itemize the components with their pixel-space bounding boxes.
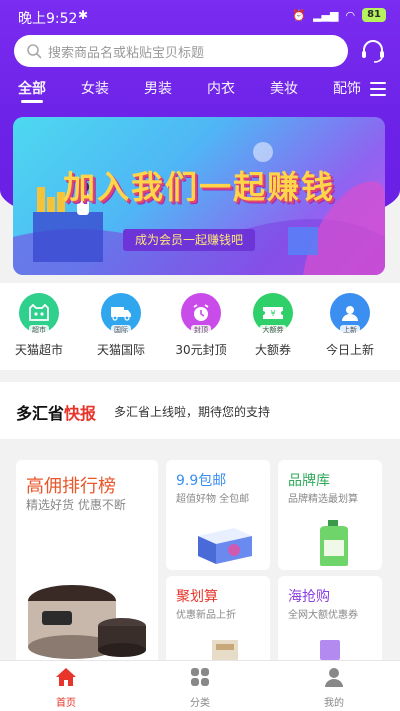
search-input[interactable]: 搜索商品名或粘贴宝贝标题 [14,35,348,67]
search-placeholder: 搜索商品名或粘贴宝贝标题 [48,45,205,61]
ticket-icon: ¥ 大额券 [253,293,293,335]
nav-category[interactable]: 分类 [170,667,230,709]
quick-link-new-today[interactable]: 上新 今日上新 [315,293,385,358]
category-icon [191,668,209,686]
nav-label: 分类 [190,698,210,709]
tab-underwear[interactable]: 内衣 [207,78,235,98]
bluetooth-icon: ✱ [78,8,89,22]
rice-cooker-image [28,585,146,659]
tmall-cat-icon: 超市 [19,293,59,335]
card-juhuasuan[interactable]: 聚划算 优惠新品上折 [166,576,270,666]
quick-link-big-coupon[interactable]: ¥ 大额券 大额券 [238,293,308,358]
quick-link-tmall-global[interactable]: 国际 天猫国际 [86,293,156,358]
alarm-clock-icon: 封顶 [181,293,221,335]
nav-label: 首页 [56,698,76,709]
profile-icon [325,668,343,687]
card-subtitle: 精选好货 优惠不断 [26,498,126,512]
card-title: 品牌库 [288,473,330,489]
bottom-navigation: 首页 分类 我的 [0,660,400,711]
tab-accessories[interactable]: 配饰 [333,78,361,98]
banner-ribbon: 成为会员一起赚钱吧 [123,229,256,251]
active-tab-indicator [21,100,43,103]
card-subtitle: 优惠新品上折 [176,610,236,621]
new-user-icon: 上新 [330,293,370,335]
news-bulletin[interactable]: 多汇省快报 多汇省上线啦，期待您的支持 [0,382,400,439]
bulletin-message: 多汇省上线啦，期待您的支持 [114,405,271,419]
card-title: 聚划算 [176,589,218,605]
alarm-icon: ⏰ [292,8,307,22]
banner-headline: 加入我们一起赚钱 [63,168,336,206]
quick-link-label: 今日上新 [325,343,374,357]
quick-link-tmall-supermarket[interactable]: 超市 天猫超市 [4,293,74,358]
nav-label: 我的 [324,698,344,709]
tab-men[interactable]: 男装 [144,78,172,98]
search-icon [27,44,42,59]
home-icon [56,668,76,686]
signal-icon: ▂▄▆ [313,8,339,22]
tissue-box-image [198,528,252,564]
product-image [212,640,238,660]
tab-all[interactable]: 全部 [18,78,46,98]
card-9-9-free-shipping[interactable]: 9.9包邮 超值好物 全包邮 [166,460,270,570]
card-subtitle: 品牌精选最划算 [288,494,358,505]
svg-text:¥: ¥ [270,309,275,318]
quick-link-label: 大额券 [254,343,291,357]
battery-indicator: 81 [362,8,386,22]
card-sea-rush[interactable]: 海抢购 全网大额优惠券 [278,576,382,666]
wifi-icon: ◠ [345,8,356,22]
customer-service-icon[interactable] [358,36,388,66]
tab-beauty[interactable]: 美妆 [270,78,298,98]
quick-link-label: 30元封顶 [175,343,227,357]
status-bar: 晚上9:52 ✱ ⏰ ▂▄▆ ◠ 81 [0,0,400,32]
detergent-bottle-image [320,520,348,566]
nav-home[interactable]: 首页 [36,667,96,709]
truck-icon: 国际 [101,293,141,335]
card-top-commission[interactable]: 高佣排行榜 精选好货 优惠不断 [16,460,158,670]
status-time: 晚上9:52 [18,11,78,27]
quick-link-label: 天猫超市 [14,343,63,357]
card-subtitle: 超值好物 全包邮 [176,494,250,505]
bulletin-brand: 多汇省快报 [16,404,97,423]
tab-women[interactable]: 女装 [81,78,109,98]
quick-link-label: 天猫国际 [96,343,145,357]
card-subtitle: 全网大额优惠券 [288,610,358,621]
category-tabs: 全部 女装 男装 内衣 美妆 配饰 [0,74,400,108]
promo-banner[interactable]: 加入我们一起赚钱 成为会员一起赚钱吧 [13,117,385,275]
feature-grid: 高佣排行榜 精选好货 优惠不断 9.9包邮 超值好物 全包邮 品牌库 品牌精选最… [0,447,400,670]
quick-link-30-cap[interactable]: 封顶 30元封顶 [166,293,236,358]
quick-links: 超市 天猫超市 国际 天猫国际 封顶 30元封顶 ¥ 大额券 大额券 上新 今日… [0,283,400,370]
card-brand-library[interactable]: 品牌库 品牌精选最划算 [278,460,382,570]
card-title: 海抢购 [288,589,330,605]
card-title: 9.9包邮 [176,473,227,489]
card-title: 高佣排行榜 [26,476,116,497]
product-image [320,640,340,660]
menu-icon[interactable] [370,82,386,96]
nav-profile[interactable]: 我的 [304,667,364,709]
